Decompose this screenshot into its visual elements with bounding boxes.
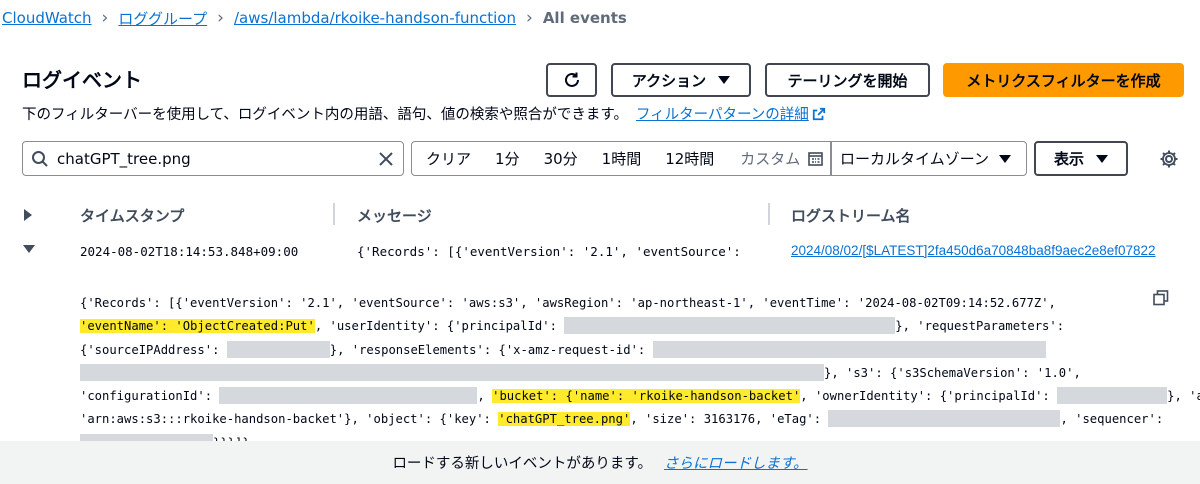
filter-pattern-link[interactable]: フィルターパターンの詳細 xyxy=(636,107,826,123)
detail-text: , 'ownerIdentity': {'principalId': xyxy=(800,389,1058,404)
column-message[interactable]: メッセージ xyxy=(357,205,432,226)
create-metric-filter-button[interactable]: メトリクスフィルターを作成 xyxy=(943,63,1184,97)
caret-right-icon[interactable] xyxy=(24,209,32,221)
actions-label: アクション xyxy=(631,71,707,90)
column-timestamp[interactable]: タイムスタンプ xyxy=(80,205,184,226)
detail-text: }, 's3': {'s3SchemaVersion': '1.0', xyxy=(824,365,1081,380)
time-option-1h[interactable]: 1時間 xyxy=(590,148,654,169)
caret-down-icon[interactable] xyxy=(23,245,35,253)
search-value[interactable]: chatGPT_tree.png xyxy=(57,150,377,168)
breadcrumb-current: All events xyxy=(542,9,627,27)
row-message: {'Records': [{'eventVersion': '2.1', 'ev… xyxy=(357,244,747,259)
detail-text: , 'sequencer': xyxy=(1060,412,1164,427)
caret-down-icon xyxy=(998,154,1011,163)
detail-text: , 'size': 3163176, 'eTag': xyxy=(630,412,829,427)
detail-line: 'arn:aws:s3:::rkoike-handson-backet'}, '… xyxy=(80,408,1180,431)
table-row[interactable]: 2024-08-02T18:14:53.848+09:00 {'Records'… xyxy=(0,236,1200,268)
redacted-block xyxy=(828,410,1061,428)
detail-line: }, 's3': {'s3SchemaVersion': '1.0', xyxy=(80,362,1180,385)
load-more-message: ロードする新しいイベントがあります。 xyxy=(392,456,652,472)
column-log-stream[interactable]: ログストリーム名 xyxy=(791,205,911,226)
chevron-right-icon: › xyxy=(101,8,109,28)
breadcrumb-log-group[interactable]: /aws/lambda/rkoike-handson-function xyxy=(234,9,516,27)
breadcrumb-cloudwatch[interactable]: CloudWatch xyxy=(2,9,92,27)
breadcrumb: CloudWatch › ロググループ › /aws/lambda/rkoike… xyxy=(0,0,1200,36)
detail-line: {'sourceIPAddress': }, 'responseElements… xyxy=(80,339,1180,362)
actions-button[interactable]: アクション xyxy=(611,63,751,97)
calendar-icon xyxy=(808,152,824,166)
redacted-block xyxy=(226,340,330,358)
timezone-select[interactable]: ローカルタイムゾーン xyxy=(831,141,1027,176)
row-timestamp: 2024-08-02T18:14:53.848+09:00 xyxy=(80,244,299,259)
start-tailing-button[interactable]: テーリングを開始 xyxy=(765,63,930,97)
chevron-right-icon: › xyxy=(526,8,533,28)
redacted-block xyxy=(1057,387,1168,405)
time-custom-label: カスタム xyxy=(740,150,801,168)
caret-down-icon xyxy=(1096,154,1108,163)
start-tailing-label: テーリングを開始 xyxy=(787,71,908,90)
redacted-block xyxy=(564,317,896,335)
row-log-stream-link[interactable]: 2024/08/02/[$LATEST]2fa450d6a70848ba8f9a… xyxy=(791,243,1156,258)
chevron-right-icon: › xyxy=(217,8,224,28)
detail-text: , 'userIdentity': {'principalId': xyxy=(314,319,565,334)
detail-text: {'Records': [{'eventVersion': '2.1', 'ev… xyxy=(80,296,1056,310)
filter-pattern-link-label: フィルターパターンの詳細 xyxy=(635,107,809,123)
search-icon xyxy=(32,150,48,167)
caret-down-icon xyxy=(718,76,731,84)
time-option-30m[interactable]: 30分 xyxy=(532,148,590,169)
display-label: 表示 xyxy=(1053,150,1084,168)
detail-text: }, 'responseElements': {'x-amz-request-i… xyxy=(329,342,653,357)
load-more-link[interactable]: さらにロードします。 xyxy=(664,452,808,473)
search-input[interactable]: chatGPT_tree.png xyxy=(22,141,404,176)
refresh-button[interactable] xyxy=(546,63,597,97)
close-icon[interactable] xyxy=(377,150,395,168)
table-header: タイムスタンプ メッセージ ログストリーム名 xyxy=(0,196,1200,234)
redacted-block xyxy=(219,387,478,405)
column-divider[interactable] xyxy=(333,203,335,225)
detail-text: 'configurationId': xyxy=(80,389,220,404)
detail-text: }, 'arn': xyxy=(1167,389,1200,404)
time-option-clear[interactable]: クリア xyxy=(412,148,483,169)
detail-text: , xyxy=(477,389,493,404)
event-detail: {'Records': [{'eventVersion': '2.1', 'ev… xyxy=(80,292,1200,455)
highlight-event-name: 'eventName': 'ObjectCreated:Put' xyxy=(80,319,315,334)
breadcrumb-log-groups[interactable]: ロググループ xyxy=(118,8,207,29)
detail-line: 'eventName': 'ObjectCreated:Put', 'userI… xyxy=(80,315,1180,338)
highlight-object-key: 'chatGPT_tree.png' xyxy=(498,412,631,427)
display-button[interactable]: 表示 xyxy=(1034,141,1128,176)
create-metric-filter-label: メトリクスフィルターを作成 xyxy=(966,71,1161,90)
detail-text: }, 'requestParameters': xyxy=(895,319,1065,334)
detail-text: {'sourceIPAddress': xyxy=(80,342,227,357)
refresh-icon xyxy=(564,72,579,87)
time-option-1m[interactable]: 1分 xyxy=(483,148,532,169)
load-more-banner: ロードする新しいイベントがあります。 さらにロードします。 xyxy=(0,441,1200,484)
highlight-bucket: 'bucket': {'name': 'rkoike-handson-backe… xyxy=(492,389,801,404)
detail-line: 'configurationId': , 'bucket': {'name': … xyxy=(80,385,1200,408)
redacted-block xyxy=(652,340,1046,358)
column-divider[interactable] xyxy=(768,203,770,225)
time-option-12h[interactable]: 12時間 xyxy=(653,148,726,169)
description-text: 下のフィルターバーを使用して、ログイベント内の用語、語句、値の検索や照合ができま… xyxy=(22,107,628,123)
redacted-block xyxy=(80,363,824,381)
page-title: ログイベント xyxy=(22,68,142,92)
detail-text: 'arn:aws:s3:::rkoike-handson-backet'}, '… xyxy=(80,412,499,427)
timezone-label: ローカルタイムゾーン xyxy=(840,150,989,168)
time-range-selector: クリア 1分 30分 1時間 12時間 カスタム xyxy=(411,141,831,176)
gear-icon[interactable] xyxy=(1159,149,1179,169)
detail-line: {'Records': [{'eventVersion': '2.1', 'ev… xyxy=(80,292,1180,315)
time-option-custom[interactable]: カスタム xyxy=(726,148,824,169)
external-link-icon xyxy=(812,107,825,121)
page-description: 下のフィルターバーを使用して、ログイベント内の用語、語句、値の検索や照合ができま… xyxy=(22,103,826,124)
